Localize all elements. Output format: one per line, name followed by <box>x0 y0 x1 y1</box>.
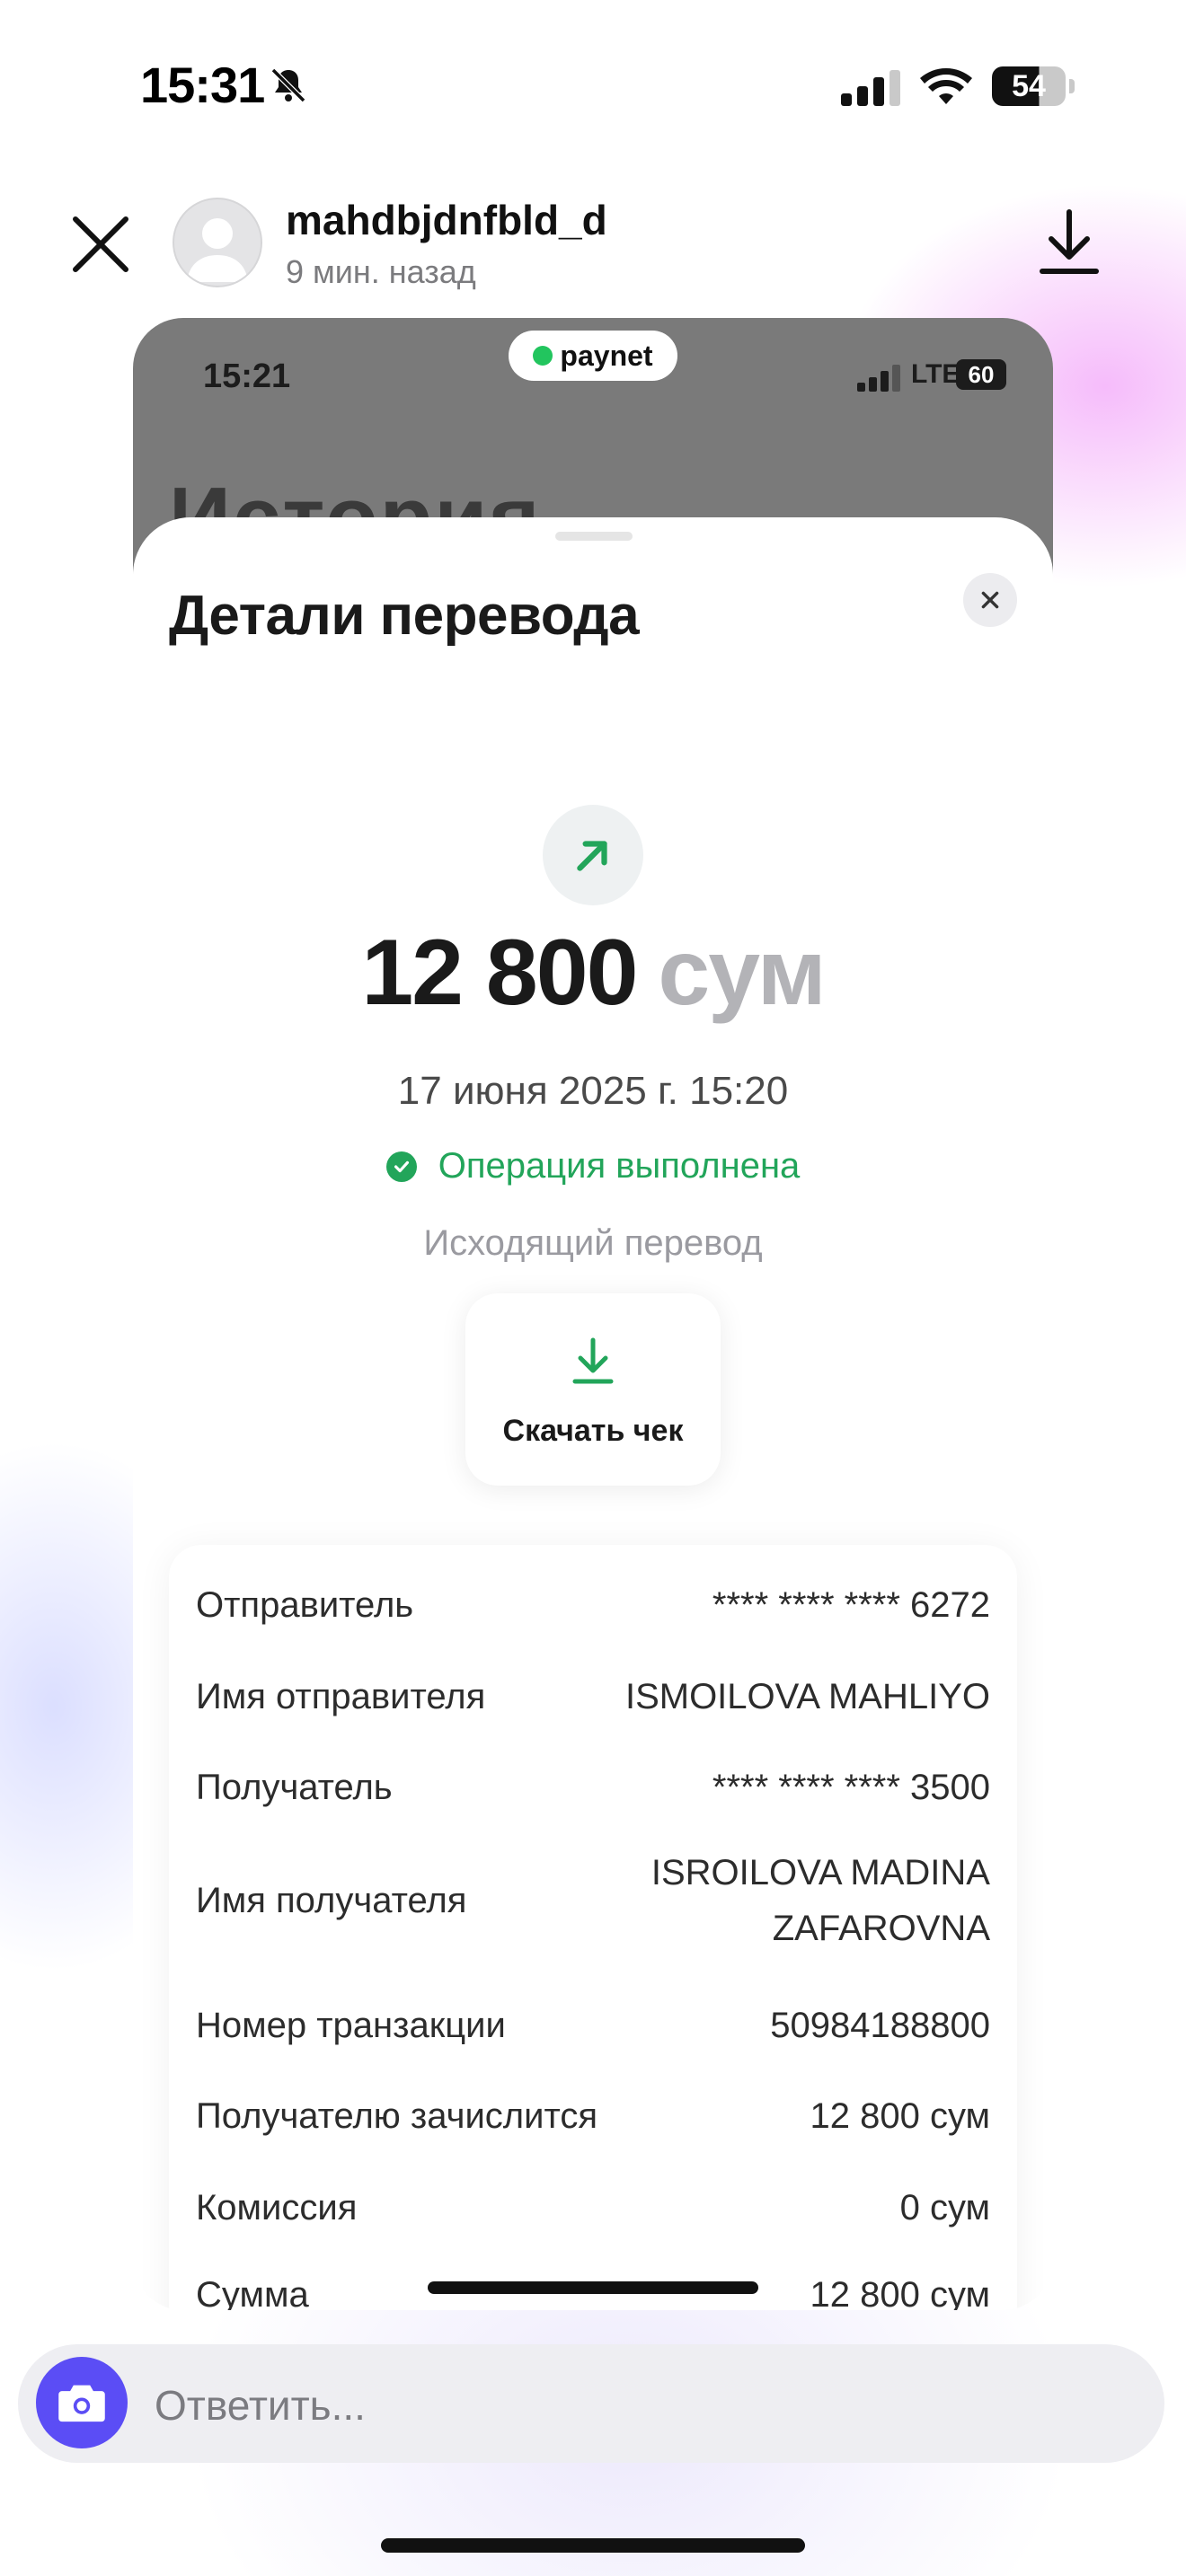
inner-network: LTE <box>911 359 960 389</box>
detail-row: Имя отправителя ISMOILOVA MAHLIYO <box>196 1665 990 1728</box>
home-indicator <box>381 2538 805 2553</box>
story-card[interactable]: 15:21 paynet LTE 60 История Детали перев… <box>133 318 1053 2310</box>
outgoing-indicator <box>543 805 643 905</box>
close-icon[interactable] <box>68 212 133 277</box>
paynet-logo: paynet <box>509 331 677 381</box>
transaction-date: 17 июня 2025 г. 15:20 <box>397 1069 789 1113</box>
detail-value: 50984188800 <box>770 2005 990 2045</box>
detail-value: **** **** **** 3500 <box>712 1767 990 1807</box>
detail-row: Получатель **** **** **** 3500 <box>196 1756 990 1819</box>
detail-label: Комиссия <box>196 2187 358 2228</box>
detail-value: 0 сум <box>899 2187 990 2228</box>
amount-currency: сум <box>658 921 826 1025</box>
camera-icon <box>58 2385 105 2422</box>
battery-icon: 54 <box>992 66 1066 106</box>
sheet-close-button[interactable] <box>963 573 1017 627</box>
detail-label: Имя отправителя <box>196 1676 486 1716</box>
post-time: 9 мин. назад <box>286 253 476 290</box>
amount: 12 800 сум <box>133 920 1053 1027</box>
close-icon <box>981 591 999 609</box>
avatar-placeholder-icon <box>187 218 248 282</box>
detail-row: Имя получателя ISROILOVA MADINA ZAFAROVN… <box>196 1841 990 1960</box>
detail-value: ISMOILOVA MAHLIYO <box>624 1676 990 1716</box>
detail-label: Получателю зачислится <box>196 2095 598 2136</box>
transfer-details-sheet: Детали перевода 12 800 сум 17 июня 2025 г… <box>133 517 1053 2310</box>
details-table: Отправитель **** **** **** 6272 Имя отпр… <box>169 1545 1017 2310</box>
paynet-dot-icon <box>533 346 553 366</box>
wifi-icon <box>920 68 972 104</box>
detail-row: Номер транзакции 50984188800 <box>196 1994 990 2057</box>
detail-label: Имя получателя <box>196 1880 467 1920</box>
detail-value: **** **** **** 6272 <box>712 1584 990 1625</box>
download-receipt-label: Скачать чек <box>502 1414 684 1448</box>
download-icon[interactable] <box>1037 208 1102 277</box>
detail-row: Отправитель **** **** **** 6272 <box>196 1574 990 1636</box>
inner-home-indicator <box>428 2281 758 2294</box>
detail-label: Отправитель <box>196 1584 414 1625</box>
download-icon <box>572 1337 614 1384</box>
status-badge: Операция выполнена <box>133 1146 1053 1187</box>
detail-value: 12 800 сум <box>810 2274 990 2311</box>
camera-button[interactable] <box>36 2357 128 2448</box>
paynet-brand: paynet <box>560 339 653 372</box>
check-icon <box>385 1151 417 1182</box>
sheet-title: Детали перевода <box>169 585 640 647</box>
detail-row: Комиссия 0 сум <box>196 2176 990 2239</box>
avatar[interactable] <box>173 198 262 287</box>
sheet-handle[interactable] <box>555 532 633 541</box>
detail-label: Сумма <box>196 2274 309 2311</box>
bell-slash-icon <box>270 67 306 103</box>
detail-value: ISROILOVA MADINA ZAFAROVNA <box>651 1853 990 1948</box>
detail-row: Получателю зачислится 12 800 сум <box>196 2085 990 2148</box>
detail-value: 12 800 сум <box>810 2095 990 2136</box>
inner-battery: 60 <box>956 359 1006 390</box>
signal-icon <box>841 70 900 106</box>
inner-signal-icon <box>857 365 900 392</box>
arrow-up-right-icon <box>577 841 607 871</box>
username[interactable]: mahdbjdnfbld_d <box>286 196 607 244</box>
download-receipt-button[interactable]: Скачать чек <box>465 1293 721 1486</box>
detail-label: Получатель <box>196 1767 393 1807</box>
reply-input[interactable] <box>153 2373 1127 2438</box>
battery-nub <box>1069 79 1075 93</box>
status-text: Операция выполнена <box>438 1146 801 1186</box>
amount-value: 12 800 <box>361 921 638 1025</box>
status-time: 15:31 <box>140 57 265 113</box>
inner-status-time: 15:21 <box>203 357 291 395</box>
detail-label: Номер транзакции <box>196 2005 506 2045</box>
transaction-type: Исходящий перевод <box>423 1223 763 1263</box>
